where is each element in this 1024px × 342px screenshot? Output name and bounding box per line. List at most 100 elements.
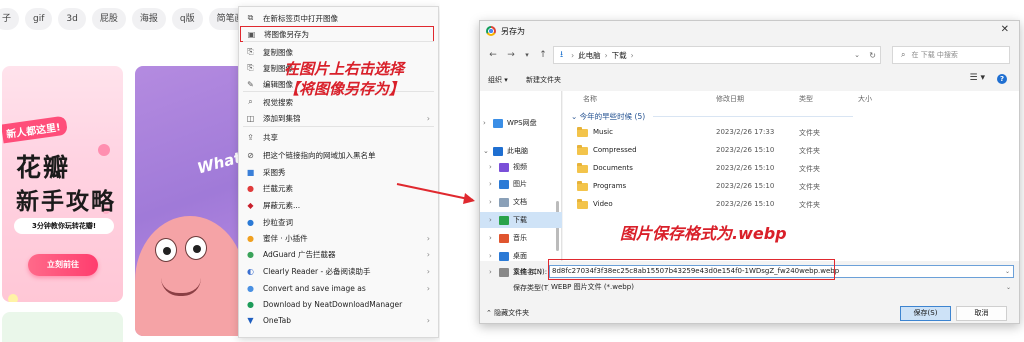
breadcrumb-separator-icon: › xyxy=(604,50,608,60)
chevron-down-icon[interactable]: ⌄ xyxy=(1006,281,1011,294)
file-row[interactable]: Compressed 2023/2/26 15:10 文件夹 xyxy=(563,143,1019,160)
new-folder-button[interactable]: 新建文件夹 xyxy=(526,75,561,85)
column-header-size[interactable]: 大小 xyxy=(858,94,872,104)
patrick-pupil xyxy=(163,247,171,255)
menu-item-download[interactable]: ● Download by NeatDownloadManager xyxy=(239,296,438,312)
chevron-right-icon[interactable]: › xyxy=(483,119,493,127)
file-row[interactable]: Video 2023/2/26 15:10 文件夹 xyxy=(563,197,1019,214)
breadcrumb-this-pc[interactable]: 此电脑 xyxy=(578,50,601,61)
folder-icon xyxy=(577,163,588,173)
chevron-right-icon: › xyxy=(426,315,430,325)
file-type: 文件夹 xyxy=(799,147,820,155)
chevron-right-icon[interactable]: › xyxy=(489,234,499,242)
chevron-right-icon[interactable]: › xyxy=(489,216,499,224)
tree-item[interactable]: › 图片 xyxy=(480,176,562,192)
menu-item-app[interactable]: ■ 采图秀 xyxy=(239,164,438,180)
chevron-right-icon[interactable]: › xyxy=(489,163,499,171)
menu-item-convert[interactable]: ● Convert and save image as › xyxy=(239,280,438,296)
filename-highlight-box xyxy=(548,259,835,280)
tree-item-label: 视频 xyxy=(513,163,527,171)
browser-page: 子 gif 3d 屁股 海报 q版 简笔画 新人都这里! 花瓣 新手攻略 3分钟教你玩转花瓣… xyxy=(0,0,440,342)
column-header-date[interactable]: 修改日期 xyxy=(716,94,744,104)
address-bar[interactable]: ⭳ › 此电脑 › 下载 › ⌄ ↻ xyxy=(553,46,881,64)
tag-chip[interactable]: 海报 xyxy=(131,8,166,30)
search-input[interactable]: ⌕ 在 下载 中搜索 xyxy=(892,46,1010,64)
refresh-icon[interactable]: ↻ xyxy=(869,51,876,60)
organize-button[interactable]: 组织 ▾ xyxy=(488,75,508,85)
save-button[interactable]: 保存(S) xyxy=(900,306,951,321)
chevron-down-icon[interactable]: ⌄ xyxy=(1005,266,1010,277)
filetype-select[interactable]: WEBP 图片文件 (*.webp) ⌄ xyxy=(549,281,1014,294)
folder-icon xyxy=(577,145,588,155)
chevron-down-icon: ⌄ xyxy=(571,112,580,121)
tag-chip[interactable]: 屁股 xyxy=(91,8,126,30)
tree-item[interactable]: › 文档 xyxy=(480,194,562,210)
file-row[interactable]: Programs 2023/2/26 15:10 文件夹 xyxy=(563,179,1019,196)
cancel-button[interactable]: 取消 xyxy=(956,306,1007,321)
file-name: Compressed xyxy=(593,146,637,154)
patrick-image-card[interactable]: What xyxy=(135,66,245,336)
tag-chip[interactable]: 3d xyxy=(58,8,86,30)
menu-item-save-image[interactable]: ▣ 将图像另存为 xyxy=(240,26,434,42)
chevron-right-icon[interactable]: › xyxy=(489,252,499,260)
chevron-down-icon[interactable]: ⌄ xyxy=(483,147,493,155)
promo-cta-button[interactable]: 立刻前往 xyxy=(28,254,98,276)
menu-item-share[interactable]: ⇪ 共享 xyxy=(239,129,438,145)
patrick-eye xyxy=(185,236,207,260)
folder-icon xyxy=(577,181,588,191)
back-button[interactable]: ← xyxy=(486,46,500,64)
chevron-down-icon[interactable]: ⌄ xyxy=(854,51,860,59)
menu-item-block[interactable]: ⊘ 把这个链接指向的网域加入黑名单 xyxy=(239,147,438,163)
file-group-header[interactable]: ⌄ 今年的早些时候 (5) xyxy=(571,111,645,122)
menu-item-collection[interactable]: ◫ 添加到集锦 › xyxy=(239,110,438,126)
promo-title-line1: 花瓣 xyxy=(16,153,71,182)
download-folder-icon: ⭳ xyxy=(560,50,564,60)
menu-item-adguard[interactable]: ● AdGuard 广告拦截器 › xyxy=(239,246,438,262)
column-header-type[interactable]: 类型 xyxy=(799,94,813,104)
menu-item-label: 屏蔽元素... xyxy=(263,200,301,210)
promo-card[interactable]: 新人都这里! 花瓣 新手攻略 3分钟教你玩转花瓣! 立刻前往 xyxy=(2,66,123,302)
breadcrumb-separator-icon: › xyxy=(630,50,634,60)
chevron-right-icon[interactable]: › xyxy=(489,180,499,188)
menu-item-reader[interactable]: ◐ Clearly Reader - 必备阅读助手 › xyxy=(239,263,438,279)
tag-chip[interactable]: q版 xyxy=(171,8,203,30)
file-name: Music xyxy=(593,128,613,136)
breadcrumb-downloads[interactable]: 下载 xyxy=(612,50,627,61)
tree-item-label: 音乐 xyxy=(513,234,527,242)
view-options-button[interactable]: ☰ ▾ xyxy=(970,73,985,83)
file-row[interactable]: Music 2023/2/26 17:33 文件夹 xyxy=(563,125,1019,142)
menu-item-new-tab[interactable]: ⧉ 在新标签页中打开图像 xyxy=(239,10,438,26)
forward-button[interactable]: → xyxy=(504,46,518,64)
folder-icon xyxy=(577,199,588,209)
up-button[interactable]: ↑ xyxy=(536,46,550,64)
menu-item-plugin[interactable]: ● 蜜伴 · 小插件 › xyxy=(239,230,438,246)
tree-item-label: WPS网盘 xyxy=(507,119,537,127)
file-date: 2023/2/26 15:10 xyxy=(716,200,775,208)
image-card[interactable] xyxy=(2,312,123,342)
folder-icon xyxy=(499,162,509,172)
menu-item-onetab[interactable]: ▼ OneTab › xyxy=(239,312,438,328)
chevron-up-icon: ⌃ xyxy=(486,309,495,317)
menu-item-label: OneTab xyxy=(263,315,291,325)
tag-chip[interactable]: gif xyxy=(25,8,53,30)
tree-item[interactable]: › 视频 xyxy=(480,159,562,175)
help-icon[interactable]: ? xyxy=(997,74,1007,84)
tree-item-label: 此电脑 xyxy=(507,147,528,155)
tree-item[interactable]: ⌄ 此电脑 xyxy=(480,143,562,159)
tag-chip[interactable]: 子 xyxy=(0,8,20,30)
file-type: 文件夹 xyxy=(799,183,820,191)
close-icon[interactable]: ✕ xyxy=(1001,24,1009,35)
breadcrumb-separator-icon: › xyxy=(571,50,575,60)
column-header-name[interactable]: 名称 xyxy=(583,94,597,104)
hide-folders-toggle[interactable]: ⌃ 隐藏文件夹 xyxy=(486,308,529,318)
shield-icon: ◆ xyxy=(247,200,254,210)
file-row[interactable]: Documents 2023/2/26 15:10 文件夹 xyxy=(563,161,1019,178)
tree-item[interactable]: › 音乐 xyxy=(480,230,562,246)
menu-item-dictionary[interactable]: ● 抄粒查词 xyxy=(239,214,438,230)
tree-item[interactable]: › WPS网盘 xyxy=(480,115,562,131)
tree-item-label: 下载 xyxy=(513,216,527,224)
chevron-right-icon[interactable]: › xyxy=(489,198,499,206)
file-name: Documents xyxy=(593,164,633,172)
tree-item[interactable]: › 下载 xyxy=(480,212,562,228)
recent-locations-button[interactable]: ▾ xyxy=(520,46,534,64)
